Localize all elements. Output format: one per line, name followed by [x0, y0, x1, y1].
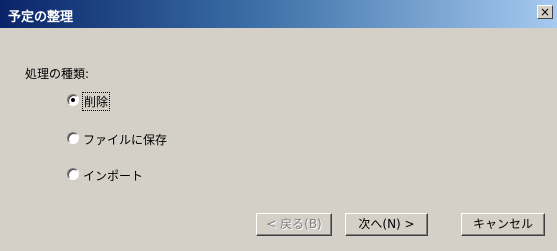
cancel-button[interactable]: キャンセル [461, 213, 545, 236]
title-bar[interactable]: 予定の整理 × [0, 0, 557, 28]
back-button[interactable]: < 戻る(B) [256, 213, 332, 236]
save-to-file-radio[interactable] [67, 132, 79, 144]
delete-label[interactable]: 削除 [81, 92, 111, 111]
next-button[interactable]: 次へ(N) > [345, 213, 428, 236]
save-to-file-label[interactable]: ファイルに保存 [83, 131, 167, 148]
organize-schedule-dialog: 予定の整理 × 処理の種類: 削除 ファイルに保存 インポート < 戻る(B) … [0, 0, 557, 251]
close-icon: × [539, 5, 551, 19]
import-label[interactable]: インポート [83, 167, 143, 184]
delete-radio[interactable] [67, 94, 79, 106]
import-radio[interactable] [67, 168, 79, 180]
window-title: 予定の整理 [8, 10, 74, 25]
close-button[interactable]: × [537, 5, 553, 19]
operation-type-label: 処理の種類: [25, 67, 90, 81]
